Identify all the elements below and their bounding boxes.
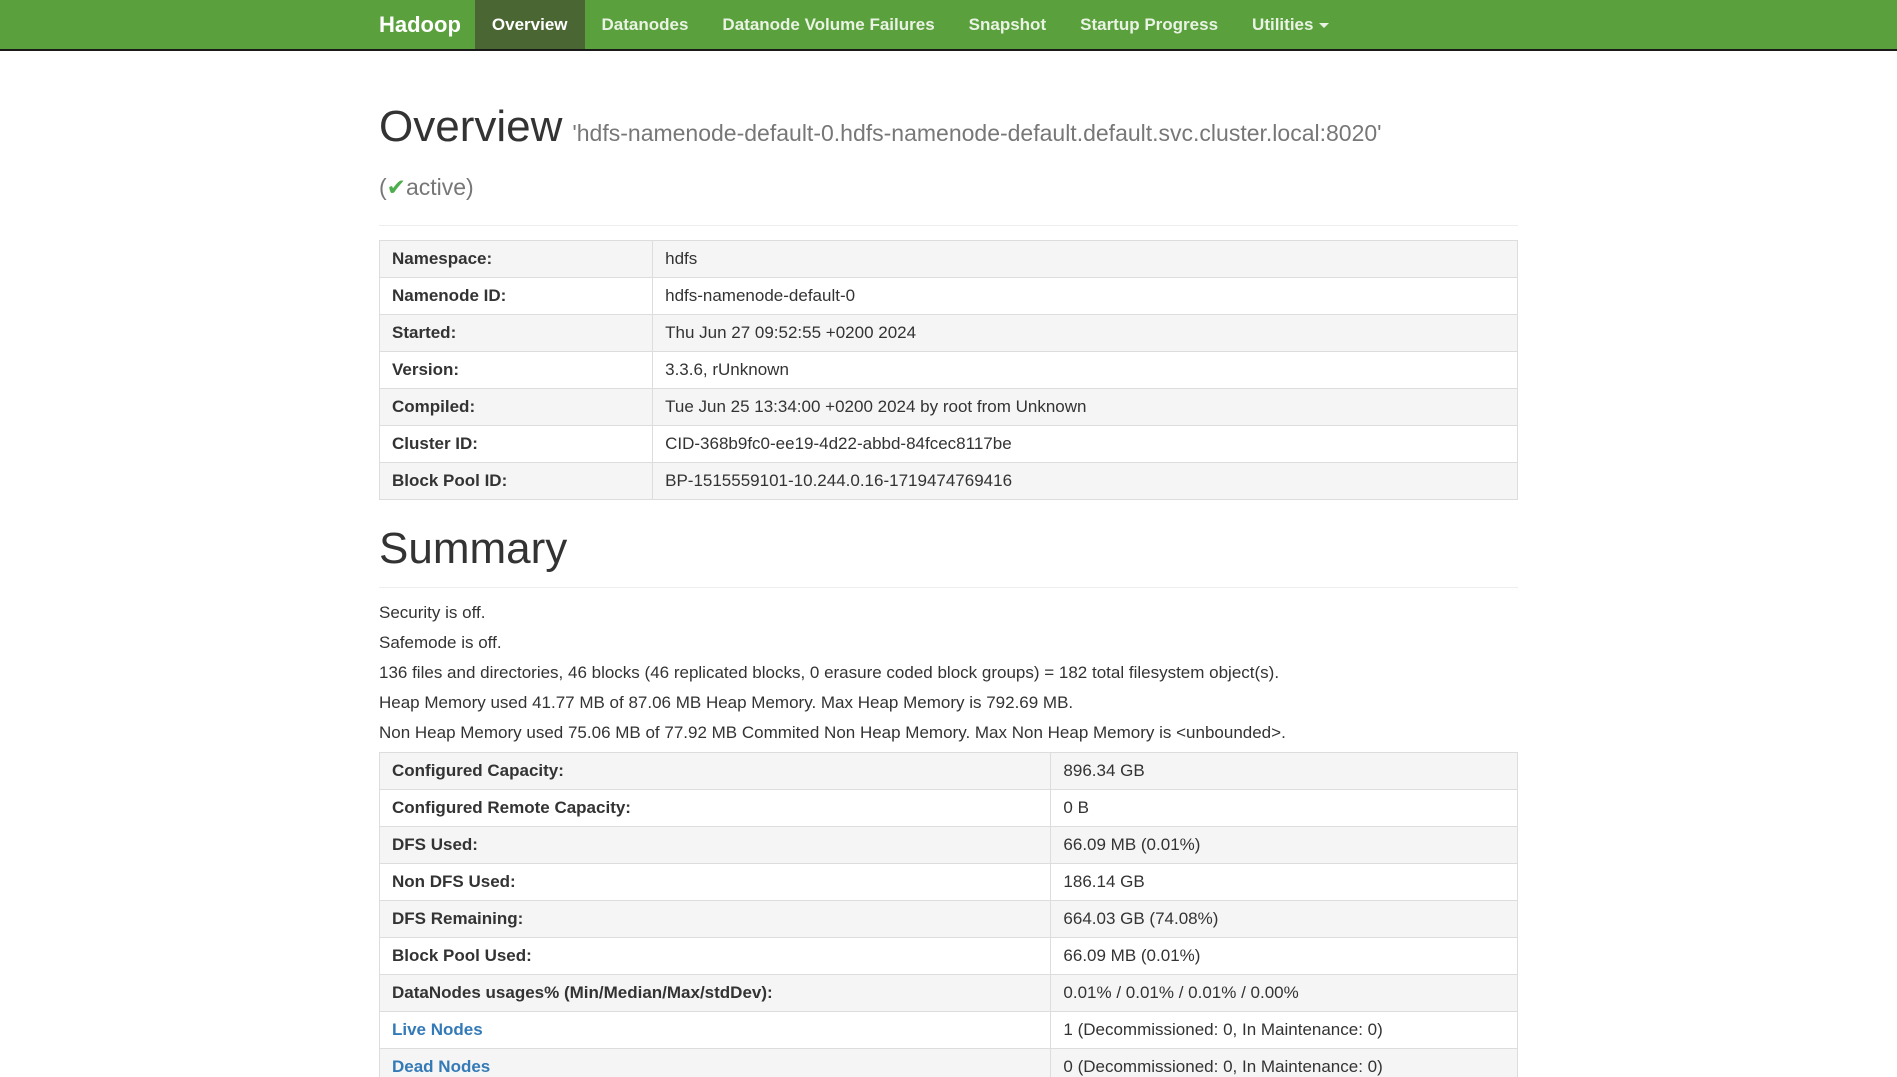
heap-memory-line: Heap Memory used 41.77 MB of 87.06 MB He… [379, 692, 1518, 714]
row-value: Thu Jun 27 09:52:55 +0200 2024 [653, 315, 1518, 352]
security-status-line: Security is off. [379, 602, 1518, 624]
table-row-dead-nodes: Dead Nodes 0 (Decommissioned: 0, In Maint… [380, 1049, 1518, 1077]
ha-status: (✔active) [379, 174, 474, 200]
non-heap-memory-line: Non Heap Memory used 75.06 MB of 77.92 M… [379, 722, 1518, 744]
table-row-compiled: Compiled:Tue Jun 25 13:34:00 +0200 2024 … [380, 389, 1518, 426]
table-row-block-pool-used: Block Pool Used:66.09 MB (0.01%) [380, 938, 1518, 975]
nav-link-datanodes[interactable]: Datanodes [585, 0, 706, 49]
row-value: 664.03 GB (74.08%) [1051, 901, 1518, 938]
row-value: 896.34 GB [1051, 753, 1518, 790]
safemode-status-line: Safemode is off. [379, 632, 1518, 654]
table-row-configured-remote-capacity: Configured Remote Capacity:0 B [380, 790, 1518, 827]
table-row-live-nodes: Live Nodes 1 (Decommissioned: 0, In Maint… [380, 1012, 1518, 1049]
table-row-started: Started:Thu Jun 27 09:52:55 +0200 2024 [380, 315, 1518, 352]
row-value: 0 (Decommissioned: 0, In Maintenance: 0) [1051, 1049, 1518, 1077]
row-value: 186.14 GB [1051, 864, 1518, 901]
nav-item-overview: Overview [475, 0, 585, 49]
row-value: 66.09 MB (0.01%) [1051, 827, 1518, 864]
nav-item-startup-progress: Startup Progress [1063, 0, 1235, 49]
row-value: 1 (Decommissioned: 0, In Maintenance: 0) [1051, 1012, 1518, 1049]
overview-table-body: Namespace:hdfsNamenode ID:hdfs-namenode-… [380, 241, 1518, 500]
row-label: Dead Nodes [380, 1049, 1051, 1077]
row-value: Tue Jun 25 13:34:00 +0200 2024 by root f… [653, 389, 1518, 426]
table-row-datanodes-usages-min-median-max-stddev: DataNodes usages% (Min/Median/Max/stdDev… [380, 975, 1518, 1012]
status-close-paren: ) [466, 174, 474, 200]
row-label: DataNodes usages% (Min/Median/Max/stdDev… [380, 975, 1051, 1012]
row-value: hdfs [653, 241, 1518, 278]
table-row-block-pool-id: Block Pool ID:BP-1515559101-10.244.0.16-… [380, 463, 1518, 500]
navbar-menu: OverviewDatanodesDatanode Volume Failure… [475, 0, 1347, 49]
row-label: Cluster ID: [380, 426, 653, 463]
page-title: Overview 'hdfs-namenode-default-0.hdfs-na… [379, 103, 1518, 211]
top-navbar: Hadoop OverviewDatanodesDatanode Volume … [0, 0, 1897, 51]
row-label: Live Nodes [380, 1012, 1051, 1049]
table-row-namespace: Namespace:hdfs [380, 241, 1518, 278]
title-divider [379, 225, 1518, 226]
table-row-cluster-id: Cluster ID:CID-368b9fc0-ee19-4d22-abbd-8… [380, 426, 1518, 463]
main-content: Overview 'hdfs-namenode-default-0.hdfs-na… [379, 103, 1518, 1077]
live-nodes-link[interactable]: Live Nodes [392, 1020, 483, 1039]
status-label: active [406, 174, 466, 200]
row-label: Namespace: [380, 241, 653, 278]
nav-item-utilities: Utilities [1235, 0, 1346, 49]
nav-item-datanodes: Datanodes [585, 0, 706, 49]
summary-heading: Summary [379, 525, 1518, 573]
namenode-address: 'hdfs-namenode-default-0.hdfs-namenode-d… [572, 120, 1381, 146]
row-label: DFS Remaining: [380, 901, 1051, 938]
row-label: Configured Capacity: [380, 753, 1051, 790]
summary-table-body: Configured Capacity:896.34 GBConfigured … [380, 753, 1518, 1077]
table-row-namenode-id: Namenode ID:hdfs-namenode-default-0 [380, 278, 1518, 315]
table-row-dfs-used: DFS Used:66.09 MB (0.01%) [380, 827, 1518, 864]
page-title-text: Overview [379, 102, 562, 151]
nav-link-snapshot[interactable]: Snapshot [952, 0, 1063, 49]
table-row-dfs-remaining: DFS Remaining:664.03 GB (74.08%) [380, 901, 1518, 938]
caret-down-icon [1319, 23, 1329, 28]
hadoop-brand[interactable]: Hadoop [379, 0, 461, 49]
row-value: hdfs-namenode-default-0 [653, 278, 1518, 315]
check-icon: ✔ [387, 174, 406, 200]
table-row-version: Version:3.3.6, rUnknown [380, 352, 1518, 389]
row-value: BP-1515559101-10.244.0.16-1719474769416 [653, 463, 1518, 500]
row-label: Started: [380, 315, 653, 352]
row-label: Version: [380, 352, 653, 389]
row-label: DFS Used: [380, 827, 1051, 864]
nav-link-startup-progress[interactable]: Startup Progress [1063, 0, 1235, 49]
row-value: 66.09 MB (0.01%) [1051, 938, 1518, 975]
row-label: Non DFS Used: [380, 864, 1051, 901]
row-value: 0 B [1051, 790, 1518, 827]
row-label: Block Pool ID: [380, 463, 653, 500]
overview-table: Namespace:hdfsNamenode ID:hdfs-namenode-… [379, 240, 1518, 500]
row-value: 3.3.6, rUnknown [653, 352, 1518, 389]
filesystem-objects-line: 136 files and directories, 46 blocks (46… [379, 662, 1518, 684]
row-label: Configured Remote Capacity: [380, 790, 1051, 827]
nav-link-overview[interactable]: Overview [475, 0, 585, 49]
nav-link-datanode-volume-failures[interactable]: Datanode Volume Failures [705, 0, 951, 49]
table-row-non-dfs-used: Non DFS Used:186.14 GB [380, 864, 1518, 901]
summary-table: Configured Capacity:896.34 GBConfigured … [379, 752, 1518, 1077]
row-value: 0.01% / 0.01% / 0.01% / 0.00% [1051, 975, 1518, 1012]
nav-item-snapshot: Snapshot [952, 0, 1063, 49]
row-label: Namenode ID: [380, 278, 653, 315]
row-value: CID-368b9fc0-ee19-4d22-abbd-84fcec8117be [653, 426, 1518, 463]
table-row-configured-capacity: Configured Capacity:896.34 GB [380, 753, 1518, 790]
nav-item-datanode-volume-failures: Datanode Volume Failures [705, 0, 951, 49]
summary-divider [379, 587, 1518, 588]
nav-link-utilities[interactable]: Utilities [1235, 0, 1346, 49]
row-label: Block Pool Used: [380, 938, 1051, 975]
status-open-paren: ( [379, 174, 387, 200]
row-label: Compiled: [380, 389, 653, 426]
dead-nodes-link[interactable]: Dead Nodes [392, 1057, 490, 1076]
